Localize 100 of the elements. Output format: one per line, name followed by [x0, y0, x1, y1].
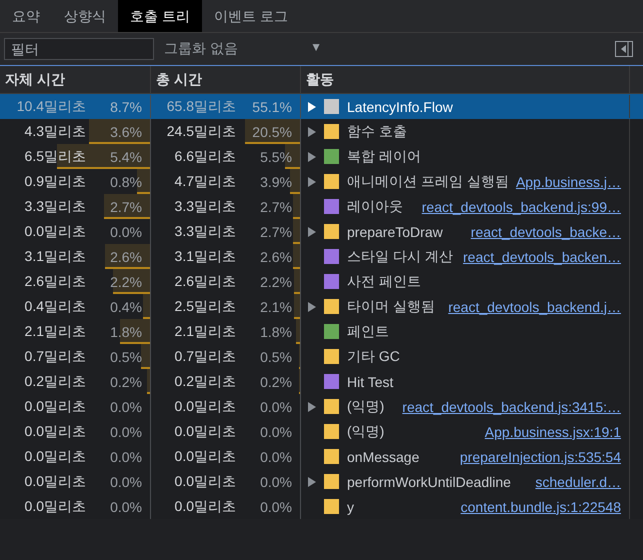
activity-name: 사전 페인트 [347, 272, 421, 290]
call-tree-row[interactable]: 10.4밀리초 8.7% 65.8밀리초 55.1% LatencyInfo.Flow [0, 94, 643, 119]
self-percent: 0.0% [109, 498, 142, 514]
source-link[interactable]: react_devtools_backend.j… [442, 298, 621, 314]
tab[interactable]: 호출 트리 [118, 0, 202, 32]
expand-arrow-icon[interactable] [308, 102, 316, 112]
activity-name: (익명) [347, 422, 384, 440]
total-percent: 55.1% [251, 98, 292, 114]
source-link[interactable]: App.business.jsx:19:1 [478, 424, 621, 440]
total-time: 4.7밀리초 [174, 172, 236, 190]
total-time: 2.5밀리초 [174, 298, 236, 316]
total-time: 0.0밀리초 [174, 448, 236, 466]
total-percent: 0.2% [259, 374, 292, 390]
source-link[interactable]: react_devtools_backen… [457, 248, 621, 264]
source-link[interactable]: prepareInjection.js:535:54 [454, 448, 621, 464]
total-percent: 0.5% [259, 348, 292, 364]
self-time: 0.0밀리초 [24, 422, 86, 440]
tab[interactable]: 요약 [0, 0, 52, 32]
total-time: 0.0밀리초 [174, 472, 236, 490]
activity-name: 타이머 실행됨 [347, 298, 435, 316]
total-time: 0.0밀리초 [174, 498, 236, 516]
self-percent: 0.5% [109, 348, 142, 364]
activity-name: LatencyInfo.Flow [347, 98, 453, 114]
total-percent: 5.5% [259, 148, 292, 164]
self-time: 3.1밀리초 [24, 248, 86, 266]
column-header[interactable]: 총 시간 [151, 66, 301, 93]
total-percent: 1.8% [259, 324, 292, 340]
expand-arrow-icon[interactable] [308, 226, 316, 236]
activity-name: 레이아웃 [347, 198, 403, 216]
filter-field[interactable]: 필터 [4, 38, 154, 60]
activity-name: 스타일 다시 계산 [347, 248, 453, 266]
total-percent: 0.0% [259, 448, 292, 464]
expand-arrow-icon[interactable] [308, 176, 316, 186]
activity-name: y [347, 498, 354, 514]
expand-arrow-icon[interactable] [308, 302, 316, 312]
self-percent: 3.6% [109, 124, 142, 140]
total-time: 3.1밀리초 [174, 248, 236, 266]
total-percent: 0.0% [259, 424, 292, 440]
activity-name: 함수 호출 [347, 122, 407, 140]
self-time: 6.5밀리초 [24, 148, 86, 166]
total-percent: 2.7% [259, 224, 292, 240]
source-link[interactable]: content.bundle.js:1:22548 [454, 498, 621, 514]
total-time: 6.6밀리초 [174, 148, 236, 166]
total-percent: 2.6% [259, 248, 292, 264]
self-time: 0.9밀리초 [24, 172, 86, 190]
total-time: 3.3밀리초 [174, 222, 236, 240]
self-percent: 2.2% [109, 274, 142, 290]
self-percent: 0.0% [109, 474, 142, 490]
self-percent: 8.7% [109, 98, 142, 114]
self-time: 2.1밀리초 [24, 322, 86, 340]
total-time: 0.0밀리초 [174, 422, 236, 440]
column-header[interactable]: 자체 시간 [0, 66, 151, 93]
activity-name: Hit Test [347, 374, 394, 390]
self-percent: 0.0% [109, 424, 142, 440]
self-percent: 2.7% [109, 198, 142, 214]
self-percent: 0.4% [109, 298, 142, 314]
tab[interactable]: 이벤트 로그 [202, 0, 300, 32]
activity-name: (익명) [347, 398, 384, 416]
self-time: 0.2밀리초 [24, 372, 86, 390]
self-time: 10.4밀리초 [16, 98, 86, 116]
self-percent: 0.0% [109, 398, 142, 414]
self-time: 0.0밀리초 [24, 472, 86, 490]
self-percent: 0.0% [109, 224, 142, 240]
activity-name: 애니메이션 프레임 실행됨 [347, 172, 509, 190]
expand-arrow-icon[interactable] [308, 126, 316, 136]
total-percent: 3.9% [259, 174, 292, 190]
total-percent: 20.5% [251, 124, 292, 140]
self-time: 0.0밀리초 [24, 398, 86, 416]
total-time: 0.7밀리초 [174, 348, 236, 366]
total-time: 0.2밀리초 [174, 372, 236, 390]
self-percent: 1.8% [109, 324, 142, 340]
source-link[interactable]: react_devtools_backe… [464, 224, 621, 240]
self-time: 0.0밀리초 [24, 498, 86, 516]
source-link[interactable]: react_devtools_backend.js:99… [416, 198, 621, 214]
total-time: 2.1밀리초 [174, 322, 236, 340]
source-link[interactable]: App.business.j… [510, 174, 621, 190]
total-percent: 0.0% [259, 398, 292, 414]
self-time: 2.6밀리초 [24, 272, 86, 290]
self-percent: 0.0% [109, 448, 142, 464]
expand-arrow-icon[interactable] [308, 402, 316, 412]
sidebar-toggle-icon[interactable] [615, 41, 633, 57]
source-link[interactable]: react_devtools_backend.js:3415:… [396, 398, 621, 414]
self-percent: 5.4% [109, 148, 142, 164]
grouping-dropdown[interactable]: 그룹화 없음 ▼ [164, 40, 322, 58]
self-time: 3.3밀리초 [24, 198, 86, 216]
tab[interactable]: 상향식 [52, 0, 118, 32]
self-time: 0.0밀리초 [24, 222, 86, 240]
column-header[interactable]: 활동 [301, 66, 630, 93]
total-percent: 2.2% [259, 274, 292, 290]
source-link[interactable]: scheduler.d… [529, 474, 621, 490]
expand-arrow-icon[interactable] [308, 152, 316, 162]
total-percent: 2.1% [259, 298, 292, 314]
self-percent: 2.6% [109, 248, 142, 264]
total-time: 24.5밀리초 [166, 122, 236, 140]
self-percent: 0.8% [109, 174, 142, 190]
self-time: 4.3밀리초 [24, 122, 86, 140]
expand-arrow-icon[interactable] [308, 476, 316, 486]
total-percent: 0.0% [259, 498, 292, 514]
total-time: 0.0밀리초 [174, 398, 236, 416]
activity-name: prepareToDraw [347, 224, 443, 240]
